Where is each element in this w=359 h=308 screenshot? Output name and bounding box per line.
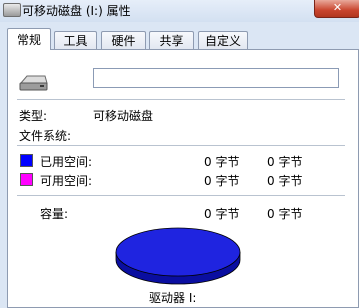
tab-tools[interactable]: 工具 [54,31,97,49]
window-title: 可移动磁盘 (I:) 属性 [22,4,131,18]
disk-usage-pie [115,227,241,285]
free-space-size: 0 字节 [267,174,303,188]
divider [17,145,345,146]
tab-strip: 常规 工具 硬件 共享 自定义 [0,28,359,50]
used-space-color-swatch [20,154,33,167]
type-label: 类型: [19,109,48,123]
capacity-bytes: 0 字节 [204,207,240,221]
divider [17,99,345,100]
free-space-color-swatch [20,173,33,186]
used-space-bytes: 0 字节 [204,155,240,169]
used-space-size: 0 字节 [267,155,303,169]
capacity-size: 0 字节 [267,207,303,221]
drive-label: 驱动器 I: [149,291,197,305]
free-space-label: 可用空间: [40,174,93,188]
used-space-label: 已用空间: [40,155,93,169]
free-space-bytes: 0 字节 [204,174,240,188]
drive-name-input[interactable] [93,68,339,88]
tab-general[interactable]: 常规 [7,28,51,50]
close-button[interactable]: ✕ [314,0,359,18]
file-system-label: 文件系统: [19,129,72,143]
type-value: 可移动磁盘 [93,109,154,123]
removable-drive-icon [19,75,48,91]
tab-hardware[interactable]: 硬件 [101,31,146,49]
removable-drive-icon [3,3,21,17]
tab-sharing[interactable]: 共享 [149,31,194,49]
capacity-label: 容量: [40,207,69,221]
tab-customize[interactable]: 自定义 [198,31,248,49]
title-bar: 可移动磁盘 (I:) 属性 ✕ [0,0,359,22]
divider [17,195,345,196]
